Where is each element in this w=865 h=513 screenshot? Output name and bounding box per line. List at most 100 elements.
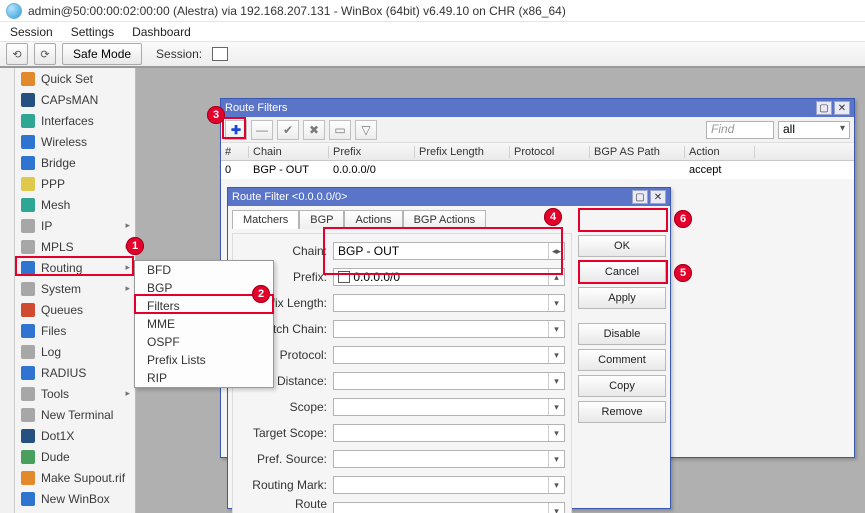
find-input[interactable]: Find [706, 121, 774, 139]
sidebar-item-dot1x[interactable]: Dot1X [15, 425, 136, 446]
chevron-down-icon[interactable]: ▾ [548, 347, 564, 363]
filter-icon[interactable]: ▽ [355, 120, 377, 140]
sidebar-item-label: Quick Set [41, 72, 93, 86]
menu-settings[interactable]: Settings [71, 25, 114, 39]
sidebar-item-routing[interactable]: Routing▸ [15, 257, 136, 278]
col-protocol[interactable]: Protocol [510, 146, 590, 158]
menu-icon [21, 156, 35, 170]
submenu-bgp[interactable]: BGP [135, 279, 273, 297]
sidebar-item-exit[interactable]: Exit [15, 509, 136, 513]
route-filters-titlebar[interactable]: Route Filters ▢ ✕ [221, 99, 854, 117]
sidebar-item-label: Files [41, 324, 66, 338]
chevron-down-icon[interactable]: ▾ [548, 373, 564, 389]
targetscope-input[interactable]: ▾ [333, 424, 565, 442]
chevron-down-icon[interactable]: ▾ [548, 399, 564, 415]
col-chain[interactable]: Chain [249, 146, 329, 158]
scope-input[interactable]: ▾ [333, 398, 565, 416]
close-icon[interactable]: ✕ [834, 101, 850, 115]
prefixlen-input[interactable]: ▾ [333, 294, 565, 312]
sidebar-item-dude[interactable]: Dude [15, 446, 136, 467]
chevron-down-icon[interactable]: ▾ [548, 503, 564, 513]
apply-button[interactable]: Apply [578, 287, 666, 309]
sidebar-item-wireless[interactable]: Wireless [15, 131, 136, 152]
chevron-down-icon[interactable]: ▾ [548, 451, 564, 467]
tab-actions[interactable]: Actions [344, 210, 402, 229]
add-button[interactable]: ✚ [225, 120, 247, 140]
remove-button[interactable]: — [251, 120, 273, 140]
filter-scope-select[interactable]: all [778, 121, 850, 139]
prefix-input[interactable]: 0.0.0.0/0▴ [333, 268, 565, 286]
submenu-filters[interactable]: Filters [135, 297, 273, 315]
minimize-icon[interactable]: ▢ [632, 190, 648, 204]
sidebar-item-new-winbox[interactable]: New WinBox [15, 488, 136, 509]
disable-button[interactable]: Disable [578, 323, 666, 345]
submenu-mme[interactable]: MME [135, 315, 273, 333]
sidebar-item-capsman[interactable]: CAPsMAN [15, 89, 136, 110]
chevron-down-icon[interactable]: ▾ [548, 425, 564, 441]
tab-matchers[interactable]: Matchers [232, 210, 299, 229]
submenu-bfd[interactable]: BFD [135, 261, 273, 279]
col-num[interactable]: # [221, 146, 249, 158]
chevron-down-icon[interactable]: ▾ [548, 477, 564, 493]
copy-button[interactable]: Copy [578, 375, 666, 397]
cancel-button[interactable]: Cancel [578, 261, 666, 283]
sidebar-item-files[interactable]: Files [15, 320, 136, 341]
sidebar-item-system[interactable]: System▸ [15, 278, 136, 299]
menu-session[interactable]: Session [10, 25, 53, 39]
distance-input[interactable]: ▾ [333, 372, 565, 390]
menu-icon [21, 114, 35, 128]
chain-input[interactable]: BGP - OUT◂▸ [333, 242, 565, 260]
minimize-icon[interactable]: ▢ [816, 101, 832, 115]
sidebar-item-radius[interactable]: RADIUS [15, 362, 136, 383]
col-aspath[interactable]: BGP AS Path [590, 146, 685, 158]
sidebar-item-log[interactable]: Log [15, 341, 136, 362]
col-prefix[interactable]: Prefix [329, 146, 415, 158]
menu-dashboard[interactable]: Dashboard [132, 25, 191, 39]
sidebar-item-queues[interactable]: Queues [15, 299, 136, 320]
chevron-down-icon[interactable]: ▾ [548, 321, 564, 337]
prefsource-input[interactable]: ▾ [333, 450, 565, 468]
comment-button[interactable]: ▭ [329, 120, 351, 140]
sidebar-handle[interactable] [0, 68, 15, 513]
sidebar-item-quick-set[interactable]: Quick Set [15, 68, 136, 89]
submenu-prefixlists[interactable]: Prefix Lists [135, 351, 273, 369]
tab-bgp-actions[interactable]: BGP Actions [403, 210, 487, 229]
ok-button[interactable]: OK [578, 235, 666, 257]
remove-button[interactable]: Remove [578, 401, 666, 423]
disable-button[interactable]: ✖ [303, 120, 325, 140]
col-action[interactable]: Action [685, 146, 755, 158]
col-prefixlen[interactable]: Prefix Length [415, 146, 510, 158]
back-button[interactable]: ⟲ [6, 43, 28, 65]
safe-mode-button[interactable]: Safe Mode [62, 43, 142, 65]
routingmark-input[interactable]: ▾ [333, 476, 565, 494]
sidebar: Quick Set CAPsMANInterfacesWirelessBridge… [0, 68, 136, 513]
chevron-down-icon[interactable]: ▾ [548, 295, 564, 311]
close-icon[interactable]: ✕ [650, 190, 666, 204]
dialog-titlebar[interactable]: Route Filter <0.0.0.0/0> ▢ ✕ [228, 188, 670, 206]
submenu-rip[interactable]: RIP [135, 369, 273, 387]
table-row[interactable]: 0 BGP - OUT 0.0.0.0/0 accept [221, 161, 854, 179]
sidebar-item-make-supout-rif[interactable]: Make Supout.rif [15, 467, 136, 488]
matchchain-input[interactable]: ▾ [333, 320, 565, 338]
sidebar-item-tools[interactable]: Tools▸ [15, 383, 136, 404]
sidebar-item-mesh[interactable]: Mesh [15, 194, 136, 215]
tab-bgp[interactable]: BGP [299, 210, 344, 229]
forward-button[interactable]: ⟳ [34, 43, 56, 65]
sidebar-item-ip[interactable]: IP▸ [15, 215, 136, 236]
chevron-up-icon[interactable]: ▴ [548, 269, 564, 285]
routecomment-input[interactable]: ▾ [333, 502, 565, 513]
protocol-input[interactable]: ▾ [333, 346, 565, 364]
sidebar-item-mpls[interactable]: MPLS▸ [15, 236, 136, 257]
sidebar-item-ppp[interactable]: PPP [15, 173, 136, 194]
enable-button[interactable]: ✔ [277, 120, 299, 140]
sidebar-item-interfaces[interactable]: Interfaces [15, 110, 136, 131]
comment-button[interactable]: Comment [578, 349, 666, 371]
route-filters-grid[interactable]: # Chain Prefix Prefix Length Protocol BG… [221, 143, 854, 179]
app-icon [6, 3, 22, 19]
chevron-down-icon[interactable]: ◂▸ [548, 243, 564, 259]
sidebar-item-new-terminal[interactable]: New Terminal [15, 404, 136, 425]
prefix-neg-checkbox[interactable] [338, 271, 350, 283]
menu-icon [21, 303, 35, 317]
sidebar-item-bridge[interactable]: Bridge [15, 152, 136, 173]
submenu-ospf[interactable]: OSPF [135, 333, 273, 351]
